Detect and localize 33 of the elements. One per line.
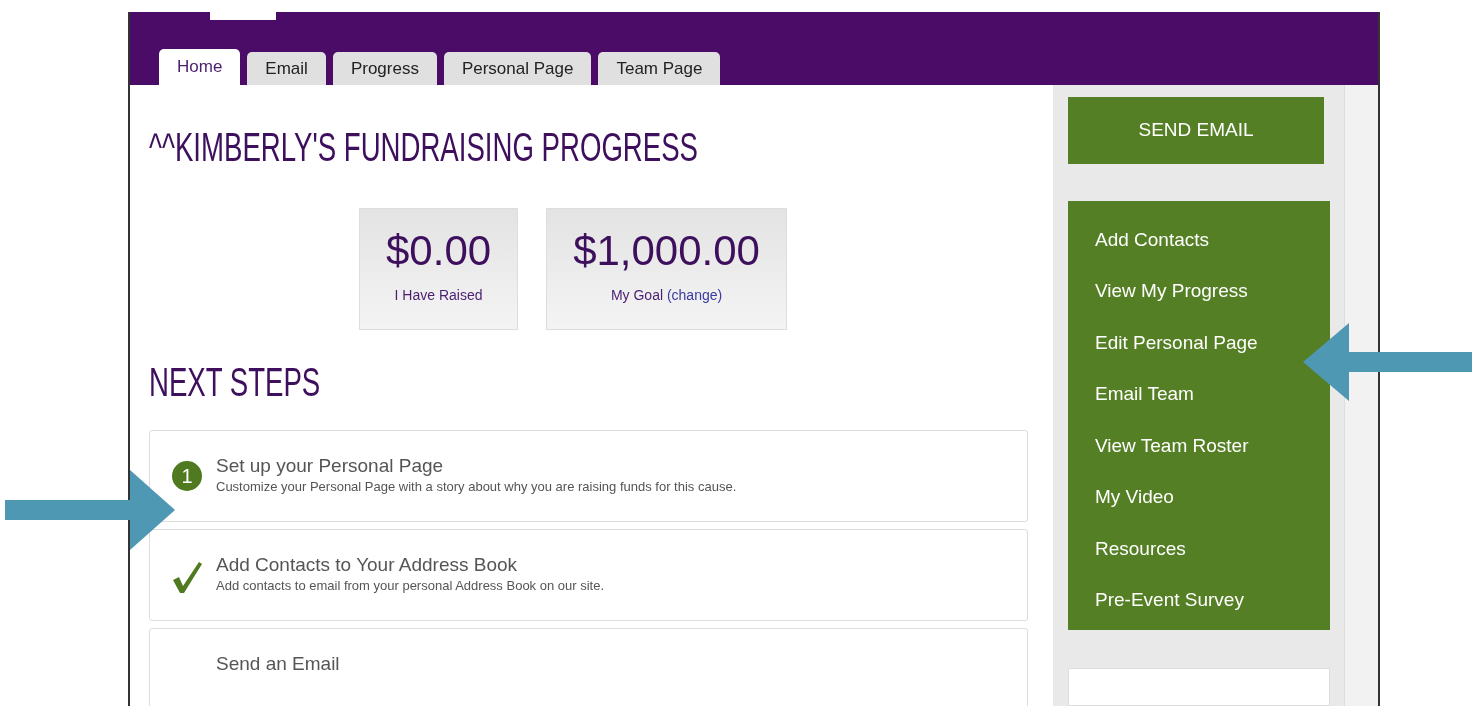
step-number: 1 xyxy=(172,461,202,491)
sidebar-link[interactable]: My Video xyxy=(1095,486,1174,509)
sidebar-link[interactable]: View Team Roster xyxy=(1095,434,1249,458)
send-email-button[interactable]: SEND EMAIL xyxy=(1068,97,1324,164)
tab[interactable]: Home xyxy=(159,49,241,85)
stat-label: My Goal (change) xyxy=(610,287,723,303)
sidebar-link[interactable]: Email Team xyxy=(1095,383,1194,406)
stat-amount: $1,000.00 xyxy=(573,227,760,275)
step-description: Customize your Personal Page with a story about why you are raising funds for this cause. xyxy=(216,479,737,494)
sidebar-link[interactable]: View My Progress xyxy=(1095,280,1248,303)
tab[interactable]: Progress xyxy=(332,52,437,85)
stat-label: I Have Raised xyxy=(394,287,483,303)
step-title: Set up your Personal Page xyxy=(216,455,445,477)
tab[interactable]: Personal Page xyxy=(443,52,592,85)
step-card[interactable]: 1 Set up your Personal Page Customize your Personal Page with a story about why you are raising funds for this cause. xyxy=(149,430,1028,522)
sidebar-link[interactable]: Add Contacts xyxy=(1095,228,1210,252)
sidebar-link[interactable]: Resources xyxy=(1095,537,1186,561)
change-link[interactable]: (change) xyxy=(666,287,723,303)
tab[interactable]: Team Page xyxy=(598,52,721,85)
logo-fragment xyxy=(210,12,276,20)
stat-amount: $0.00 xyxy=(386,227,492,275)
checkmark-icon xyxy=(171,560,203,594)
page-title: ^^KIMBERLY'S FUNDRAISING PROGRESS xyxy=(149,125,695,169)
step-description: Add contacts to email from your personal Address Book on our site. xyxy=(216,578,605,593)
step-title: Send an Email xyxy=(216,653,340,675)
tab[interactable]: Email xyxy=(247,52,326,85)
arrow-icon xyxy=(1303,323,1472,401)
arrow-icon xyxy=(5,470,175,550)
step-card[interactable]: Add Contacts to Your Address Book Add contacts to email from your personal Address Book on our site. xyxy=(149,529,1028,621)
step-card[interactable]: Send an Email xyxy=(149,628,1028,706)
sidebar-link[interactable]: Pre-Event Survey xyxy=(1095,589,1244,612)
sidebar-link[interactable]: Edit Personal Page xyxy=(1095,331,1258,355)
step-title: Add Contacts to Your Address Book xyxy=(216,554,519,576)
